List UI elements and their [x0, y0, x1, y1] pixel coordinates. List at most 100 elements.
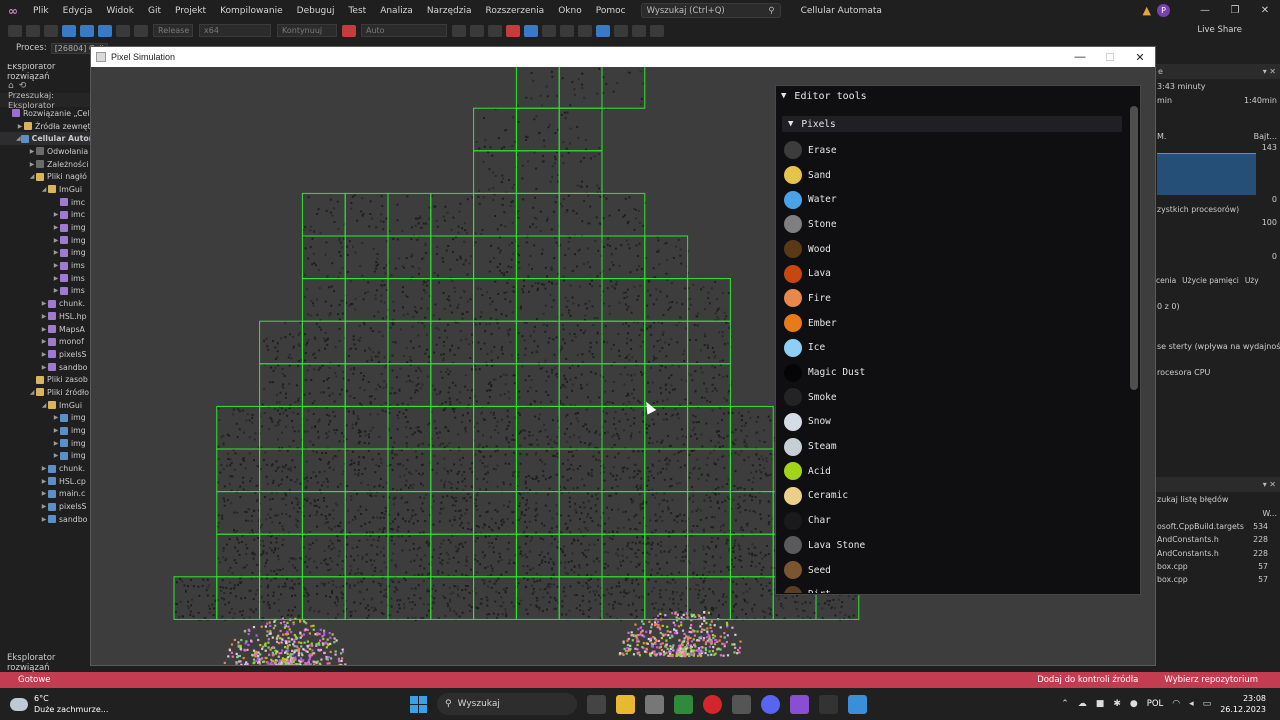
configuration-select[interactable]: Release [153, 24, 193, 37]
menu-rozszerzenia[interactable]: Rozszerzenia [478, 6, 551, 16]
task-view-icon[interactable] [587, 694, 606, 714]
pixel-color-swatch-icon[interactable] [784, 536, 802, 555]
pixel-color-swatch-icon[interactable] [784, 141, 802, 160]
expand-arrow-icon[interactable]: ▶ [28, 161, 36, 168]
menu-git[interactable]: Git [141, 6, 168, 16]
menu-edycja[interactable]: Edycja [56, 6, 100, 16]
expand-arrow-icon[interactable]: ▶ [52, 427, 60, 434]
folder-icon[interactable] [452, 24, 466, 37]
timeline-marker[interactable]: 1:40min [1244, 96, 1277, 105]
minecraft-icon[interactable] [674, 694, 693, 714]
error-list-search[interactable]: zukaj listę błędów [1154, 492, 1280, 506]
game-icon[interactable] [732, 694, 751, 714]
expand-arrow-icon[interactable]: ▶ [28, 148, 36, 155]
tab-summary[interactable]: cenia [1156, 276, 1176, 285]
step-over-icon[interactable] [560, 24, 574, 37]
collapse-arrow-icon[interactable]: ◢ [28, 173, 36, 180]
pixel-type-item[interactable]: Magic Dust [784, 360, 1120, 385]
editor-tools-header[interactable]: ▼ Editor tools [776, 86, 1140, 106]
panel-close-icon[interactable]: ▾ ✕ [1263, 67, 1276, 76]
tree-item[interactable]: ▶ ims [0, 285, 92, 298]
pause-icon[interactable] [488, 24, 502, 37]
pixel-type-item[interactable]: Stone [784, 212, 1120, 237]
diagnostics-icon[interactable] [614, 24, 628, 37]
tree-item[interactable]: ▶ HSL.cp [0, 475, 92, 488]
expand-arrow-icon[interactable]: ▶ [52, 262, 60, 269]
pixel-simulation-app-icon[interactable] [848, 694, 867, 714]
expand-arrow-icon[interactable]: ▶ [52, 224, 60, 231]
auto-select[interactable]: Auto [361, 24, 447, 37]
heap-snapshot-link[interactable]: se sterty (wpływa na wydajność) [1154, 339, 1280, 353]
expand-arrow-icon[interactable]: ▶ [40, 338, 48, 345]
fire-icon[interactable] [342, 24, 356, 37]
live-share-button[interactable]: Live Share [1197, 25, 1242, 35]
pixel-color-swatch-icon[interactable] [784, 363, 802, 382]
tree-item[interactable]: ▶ pixelsS [0, 348, 92, 361]
pixel-type-item[interactable]: Snow [784, 410, 1120, 435]
tree-item[interactable]: ▶ Zależności [0, 158, 92, 171]
tree-item[interactable]: ◢ Pliki nagłó [0, 170, 92, 183]
tree-item[interactable]: ▶ Źródła zewnęt [0, 120, 92, 133]
collapse-arrow-icon[interactable]: ◢ [28, 389, 36, 396]
pixels-section-header[interactable]: ▼ Pixels [782, 116, 1122, 132]
tab-memory-usage[interactable]: Użycie pamięci [1182, 276, 1239, 285]
onedrive-icon[interactable]: ☁ [1078, 699, 1087, 709]
opera-icon[interactable] [703, 694, 722, 714]
file-explorer-icon[interactable] [616, 694, 635, 714]
pixel-type-item[interactable]: Lava [784, 261, 1120, 286]
redo-icon[interactable] [134, 24, 148, 37]
pixel-type-item[interactable]: Char [784, 508, 1120, 533]
wifi-icon[interactable]: ◠ [1172, 699, 1180, 709]
expand-arrow-icon[interactable]: ▶ [40, 313, 48, 320]
forward-icon[interactable] [26, 24, 40, 37]
restart-icon[interactable] [524, 24, 538, 37]
weather-widget[interactable]: 6°C Duże zachmurze... [10, 693, 108, 715]
language-indicator[interactable]: POL [1147, 699, 1164, 709]
tree-item[interactable]: ▶ img [0, 424, 92, 437]
pixel-type-item[interactable]: Acid [784, 459, 1120, 484]
tree-item[interactable]: ◢ Cellular Autom [0, 132, 92, 146]
clock[interactable]: 23:08 26.12.2023 [1220, 693, 1266, 715]
pixel-color-swatch-icon[interactable] [784, 437, 802, 456]
save-all-icon[interactable] [98, 24, 112, 37]
pixel-type-item[interactable]: Lava Stone [784, 533, 1120, 558]
expand-arrow-icon[interactable]: ▶ [52, 211, 60, 218]
pixel-color-swatch-icon[interactable] [784, 190, 802, 209]
back-icon[interactable] [8, 24, 22, 37]
windows-start-icon[interactable] [410, 695, 427, 713]
pixel-color-swatch-icon[interactable] [784, 585, 802, 593]
expand-arrow-icon[interactable]: ▶ [52, 237, 60, 244]
expand-arrow-icon[interactable]: ▶ [40, 351, 48, 358]
step-out-icon[interactable] [578, 24, 592, 37]
simulation-canvas[interactable]: ▼ Editor tools ▼ Pixels Erase Sand Water St… [91, 67, 1155, 665]
tree-item[interactable]: ▶ img [0, 234, 92, 247]
pixel-color-swatch-icon[interactable] [784, 289, 802, 308]
menu-debuguj[interactable]: Debuguj [290, 6, 342, 16]
hot-reload-icon[interactable] [596, 24, 610, 37]
menu-narzedzia[interactable]: Narzędzia [420, 6, 479, 16]
close-icon[interactable]: ✕ [1250, 5, 1280, 16]
editor-tools-panel[interactable]: ▼ Editor tools ▼ Pixels Erase Sand Water St… [775, 85, 1141, 595]
collapse-arrow-icon[interactable]: ▼ [781, 91, 786, 101]
tree-item[interactable]: ▶ pixelsS [0, 500, 92, 513]
taskbar-search[interactable]: ⚲ Wyszukaj [437, 693, 577, 715]
error-row[interactable]: box.cpp 57 [1154, 573, 1280, 586]
pixel-color-swatch-icon[interactable] [784, 215, 802, 234]
pixel-type-item[interactable]: Seed [784, 558, 1120, 583]
tree-item[interactable]: ▶ chunk. [0, 297, 92, 310]
pixel-color-swatch-icon[interactable] [784, 388, 802, 407]
error-panel-close-icon[interactable]: ▾ ✕ [1263, 480, 1276, 489]
pixel-type-item[interactable]: Ember [784, 311, 1120, 336]
pixel-type-item[interactable]: Erase [784, 138, 1120, 163]
tree-item[interactable]: ▶ imc [0, 209, 92, 222]
continue-button[interactable]: Kontynuuj [277, 24, 337, 37]
toolbar-more-icon[interactable] [650, 24, 664, 37]
new-item-icon[interactable] [44, 24, 58, 37]
pixel-type-item[interactable]: Steam [784, 434, 1120, 459]
expand-arrow-icon[interactable]: ▶ [40, 516, 48, 523]
avatar[interactable]: P [1157, 4, 1170, 17]
expand-arrow-icon[interactable]: ▶ [40, 503, 48, 510]
expand-arrow-icon[interactable]: ▶ [40, 465, 48, 472]
panel-pin-icon[interactable]: e [1158, 67, 1163, 76]
tree-item[interactable]: ▶ MapsA [0, 323, 92, 336]
